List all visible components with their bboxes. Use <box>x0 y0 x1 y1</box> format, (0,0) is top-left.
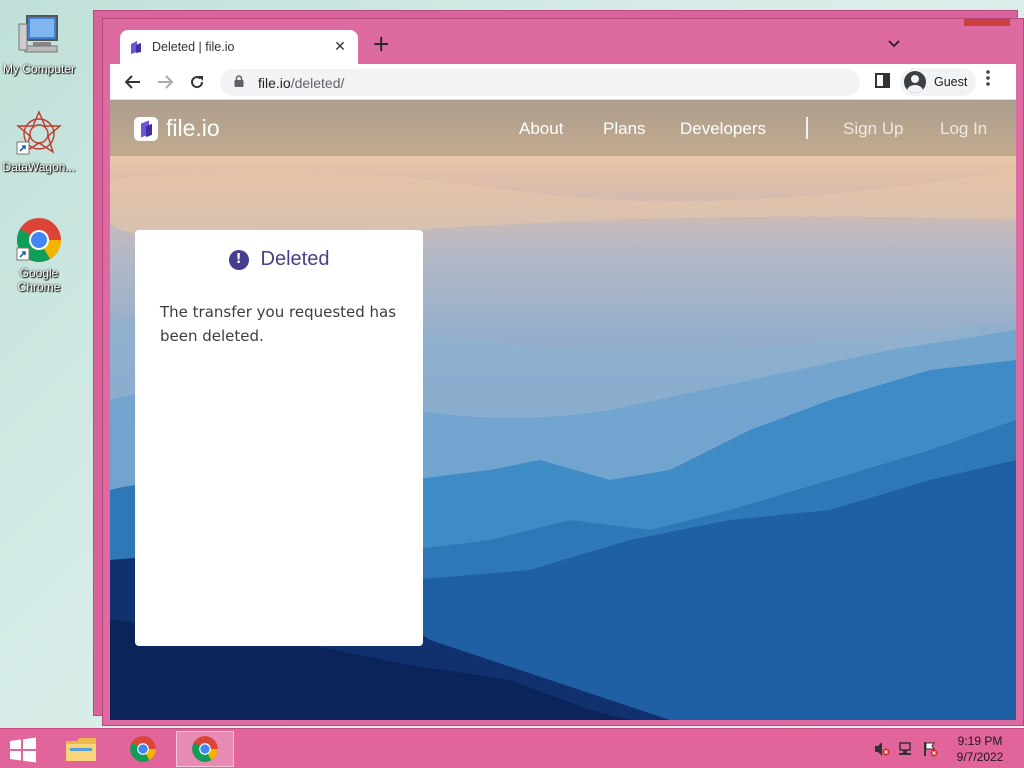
network-icon[interactable] <box>898 741 914 757</box>
chrome-browser: Deleted | file.io ✕ + file.io/deleted/ G… <box>110 26 1016 720</box>
tab-strip: Deleted | file.io ✕ + <box>110 26 1016 64</box>
desktop-icon-my-computer[interactable]: My Computer <box>2 12 76 76</box>
guest-avatar-icon <box>904 71 926 93</box>
desktop-icon-label: Google Chrome <box>17 266 61 294</box>
new-tab-button[interactable]: + <box>372 34 390 56</box>
desktop-icon-label: My Computer <box>2 62 76 76</box>
datawagon-icon <box>15 110 63 158</box>
card-message: The transfer you requested has been dele… <box>160 303 397 345</box>
address-bar[interactable]: file.io/deleted/ <box>220 69 860 96</box>
address-host: file.io <box>258 74 291 91</box>
taskbar-chrome-1[interactable] <box>114 731 172 767</box>
browser-toolbar: file.io/deleted/ Guest <box>110 64 1016 100</box>
tab-deleted[interactable]: Deleted | file.io ✕ <box>120 30 358 64</box>
profile-button[interactable]: Guest <box>900 68 976 96</box>
desktop-icon-label: DataWagon... <box>2 160 76 174</box>
fileio-logo[interactable]: file.io <box>134 115 220 142</box>
web-page: file.io About Plans Developers Sign Up L… <box>110 100 1016 720</box>
reload-icon <box>191 76 204 89</box>
folder-icon <box>66 738 96 761</box>
chevron-down-icon <box>888 40 900 48</box>
forward-button[interactable] <box>152 70 178 94</box>
address-path: /deleted/ <box>290 74 345 91</box>
side-panel-icon[interactable] <box>875 73 890 88</box>
nav-log-in[interactable]: Log In <box>940 119 987 139</box>
desktop-icon-datawagon[interactable]: DataWagon... <box>2 110 76 174</box>
start-button[interactable] <box>8 737 38 763</box>
tab-close-icon[interactable]: ✕ <box>332 39 348 55</box>
profile-label: Guest <box>934 75 968 89</box>
back-button[interactable] <box>120 70 146 94</box>
chrome-icon <box>15 216 63 264</box>
taskbar-file-explorer[interactable] <box>52 731 110 767</box>
more-vertical-icon <box>986 70 990 86</box>
arrow-left-icon <box>125 75 140 89</box>
nav-divider <box>806 117 808 139</box>
nav-sign-up[interactable]: Sign Up <box>843 119 903 139</box>
arrow-right-icon <box>158 75 173 89</box>
chrome-icon <box>130 736 156 762</box>
taskbar-chrome-2[interactable] <box>176 731 234 767</box>
clock-time: 9:19 PM <box>957 734 1003 748</box>
logo-text: file.io <box>166 115 220 141</box>
card-header: ! Deleted <box>135 248 423 271</box>
fileio-logo-icon <box>134 116 158 141</box>
nav-about[interactable]: About <box>519 119 563 139</box>
action-center-icon[interactable] <box>922 741 938 757</box>
computer-icon <box>15 12 63 60</box>
chrome-icon <box>192 736 218 762</box>
fileio-favicon-icon <box>130 40 142 54</box>
reload-button[interactable] <box>184 70 210 94</box>
nav-developers[interactable]: Developers <box>680 119 766 139</box>
deleted-card: ! Deleted The transfer you requested has… <box>135 230 423 646</box>
nav-plans[interactable]: Plans <box>603 119 646 139</box>
card-title: Deleted <box>260 248 330 270</box>
volume-muted-icon[interactable] <box>874 741 890 757</box>
browser-menu-button[interactable] <box>986 70 990 91</box>
desktop-icon-google-chrome[interactable]: Google Chrome <box>2 216 76 294</box>
system-clock[interactable]: 9:19 PM 9/7/2022 <box>944 733 1016 765</box>
clock-date: 9/7/2022 <box>956 750 1004 764</box>
lock-icon[interactable] <box>234 75 248 90</box>
tab-search-button[interactable] <box>888 36 900 52</box>
alert-icon: ! <box>228 249 249 270</box>
tab-title: Deleted | file.io <box>152 40 235 54</box>
taskbar: 9:19 PM 9/7/2022 <box>0 728 1024 768</box>
windows-logo-icon <box>10 737 36 763</box>
site-navbar: file.io About Plans Developers Sign Up L… <box>110 100 1016 156</box>
